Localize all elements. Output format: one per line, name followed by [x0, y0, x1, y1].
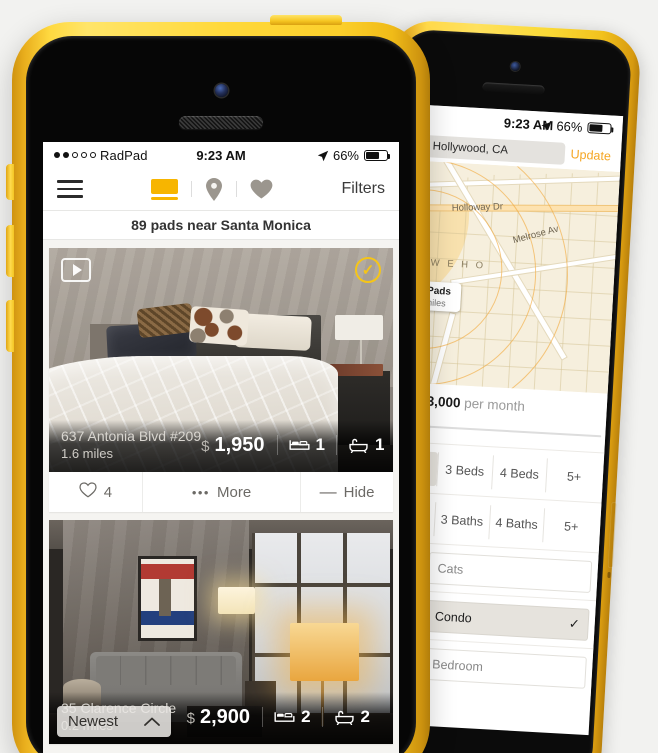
filter-option-bedroom-label: Bedroom	[431, 656, 484, 674]
beds-count: 2	[301, 707, 311, 726]
play-video-icon[interactable]	[61, 258, 91, 282]
front-camera-icon	[215, 84, 228, 97]
listing-price: $ 1,950	[201, 434, 276, 457]
bathtub-icon	[334, 710, 355, 725]
cards-view-icon[interactable]	[151, 178, 179, 200]
listing-photo[interactable]: ✓ 637 Antonia Blvd #209 1.6 miles $ 1,95…	[49, 248, 393, 472]
view-tabs	[83, 177, 341, 201]
beds-option-3[interactable]: 5+	[545, 457, 602, 495]
hide-label: Hide	[343, 483, 375, 501]
carrier-name: RadPad	[100, 147, 148, 163]
filter-option-condo-label: Condo	[434, 608, 473, 625]
bed-icon	[274, 710, 295, 724]
ellipsis-icon: •••	[191, 484, 210, 500]
favorites-heart-icon[interactable]	[250, 179, 273, 199]
mute-switch[interactable]	[6, 164, 14, 200]
currency-symbol: $	[186, 709, 195, 727]
earpiece-speaker-icon	[179, 116, 263, 129]
filter-option-bedroom[interactable]: Bedroom	[422, 647, 587, 689]
sim-eject-hole	[607, 571, 611, 579]
like-button[interactable]: 4	[49, 472, 142, 512]
bed-icon	[288, 438, 310, 452]
baths-stat: 1	[336, 435, 393, 455]
listing-card[interactable]: ✓ 637 Antonia Blvd #209 1.6 miles $ 1,95…	[49, 248, 393, 512]
more-label: More	[216, 483, 252, 501]
filter-option-cats[interactable]: Cats	[427, 551, 593, 593]
heart-outline-icon	[79, 482, 97, 502]
baths-option-1[interactable]: 3 Baths	[433, 501, 490, 539]
like-count: 4	[103, 483, 113, 501]
right-battery-pct: 66%	[556, 117, 583, 135]
beds-option-1[interactable]: 3 Beds	[435, 451, 493, 489]
battery-icon	[587, 121, 612, 134]
baths-stat: 2	[321, 707, 381, 727]
beds-option-2[interactable]: 4 Beds	[490, 454, 548, 492]
carrier-area: RadPad	[54, 148, 148, 163]
results-count: 89 pads near Santa Monica	[43, 211, 399, 240]
tab-divider	[236, 181, 238, 197]
sort-button[interactable]: Newest	[57, 706, 172, 737]
price-post: per month	[460, 395, 526, 415]
map-view-icon[interactable]	[205, 177, 223, 201]
bathtub-icon	[348, 438, 369, 453]
price-amount: 2,900	[200, 705, 251, 728]
location-arrow-icon	[317, 150, 329, 161]
battery-pct: 66%	[332, 147, 359, 163]
update-button[interactable]: Update	[570, 147, 613, 163]
listings-feed[interactable]: ✓ 637 Antonia Blvd #209 1.6 miles $ 1,95…	[43, 240, 399, 753]
tab-divider	[191, 181, 193, 197]
volume-up-button[interactable]	[6, 225, 14, 277]
volume-down-button[interactable]	[6, 300, 14, 352]
listing-distance: 1.6 miles	[61, 445, 114, 461]
minus-icon: —	[319, 482, 337, 501]
listing-stats: $ 2,900 2 2	[187, 706, 381, 729]
listing-price: $ 2,900	[187, 706, 262, 729]
listing-actions: 4 ••• More — Hide	[49, 472, 393, 512]
filter-option-cats-label: Cats	[437, 560, 464, 577]
listing-info-overlay: 637 Antonia Blvd #209 1.6 miles $ 1,950	[49, 420, 393, 472]
map-label-holloway: Holloway Dr	[451, 201, 504, 214]
more-button[interactable]: ••• More	[141, 472, 300, 512]
hamburger-menu-icon[interactable]	[57, 180, 83, 198]
currency-symbol: $	[201, 437, 210, 455]
power-button[interactable]	[270, 15, 342, 25]
beds-count: 1	[315, 435, 325, 454]
listing-address: 637 Antonia Blvd #209	[61, 428, 202, 445]
signal-strength-icon	[54, 152, 96, 158]
left-phone-screen: RadPad 9:23 AM 66% Filters 89 pads near …	[43, 142, 399, 753]
location-arrow-icon	[540, 119, 552, 131]
listing-stats: $ 1,950 1 1	[201, 434, 393, 457]
sort-label: Newest	[68, 713, 119, 730]
scene: 9:23 AM 66% est Hollywood, CA Update Hol…	[0, 0, 658, 753]
listing-address-block: 637 Antonia Blvd #209 1.6 miles	[61, 428, 201, 462]
price-amount: 1,950	[214, 433, 265, 456]
beds-stat: 1	[276, 435, 336, 455]
left-phone: RadPad 9:23 AM 66% Filters 89 pads near …	[6, 15, 430, 753]
filters-button[interactable]: Filters	[341, 180, 385, 198]
baths-count: 1	[375, 435, 385, 454]
battery-icon	[364, 149, 390, 161]
app-navbar: Filters	[43, 168, 399, 211]
filter-option-condo[interactable]: Condo ✓	[425, 599, 590, 641]
verified-check-icon: ✓	[355, 257, 381, 283]
baths-option-2[interactable]: 4 Baths	[487, 504, 545, 542]
right-status-right: 66%	[540, 117, 612, 136]
location-search-input[interactable]: est Hollywood, CA	[406, 134, 566, 165]
baths-count: 2	[360, 707, 370, 726]
chevron-up-icon	[144, 714, 160, 729]
selected-check-icon: ✓	[568, 615, 581, 631]
status-bar: RadPad 9:23 AM 66%	[43, 142, 399, 168]
hide-button[interactable]: — Hide	[300, 472, 393, 512]
baths-option-3[interactable]: 5+	[542, 507, 600, 545]
status-right: 66%	[317, 147, 390, 163]
beds-stat: 2	[262, 707, 321, 727]
